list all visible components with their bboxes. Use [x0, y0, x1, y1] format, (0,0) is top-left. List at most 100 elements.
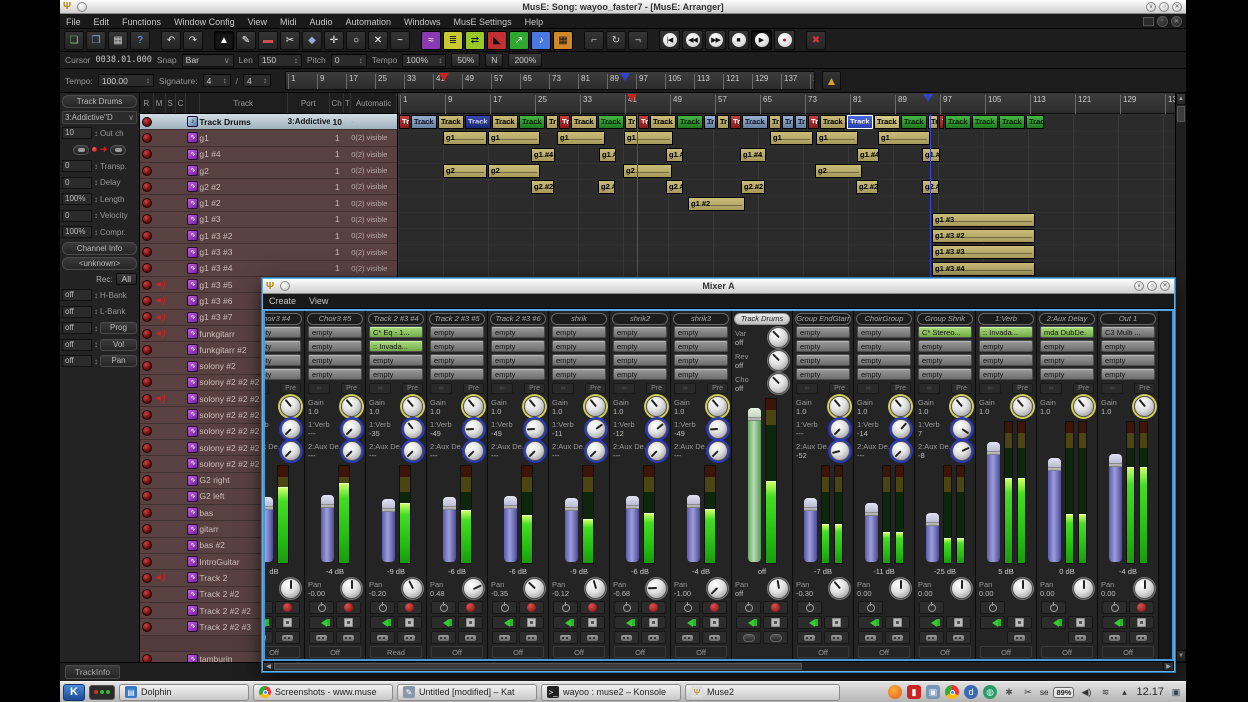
- pan-knob[interactable]: [951, 578, 972, 599]
- drum-part[interactable]: Track: [465, 115, 491, 129]
- power-button[interactable]: [431, 601, 456, 614]
- route-output-button[interactable]: [702, 631, 727, 644]
- effect-slot[interactable]: empty: [430, 340, 484, 352]
- midi-part[interactable]: g1: [816, 131, 858, 145]
- chrome-tray-icon[interactable]: [945, 685, 959, 699]
- record-arm-dot[interactable]: [142, 606, 152, 616]
- menu-midi[interactable]: Midi: [280, 17, 297, 27]
- route-input-button[interactable]: [736, 631, 761, 644]
- stereo-link-button[interactable]: ∞: [1040, 383, 1062, 394]
- solo-button[interactable]: [519, 616, 544, 629]
- menu-muse-settings[interactable]: MusE Settings: [454, 17, 512, 27]
- record-arm-dot[interactable]: [142, 654, 152, 662]
- rewind-button[interactable]: ◀◀: [682, 30, 703, 50]
- spin-arrows-icon[interactable]: ↕: [94, 324, 98, 333]
- solo-button[interactable]: [641, 616, 666, 629]
- solo-button[interactable]: [275, 616, 300, 629]
- effect-slot[interactable]: empty: [796, 340, 850, 352]
- field-value[interactable]: 0: [62, 210, 92, 222]
- midi-part[interactable]: g1 #4: [740, 148, 766, 162]
- close-button[interactable]: ✕: [1172, 2, 1182, 12]
- scroll-thumb[interactable]: [1177, 106, 1185, 122]
- automation-mode-select[interactable]: Off: [919, 646, 971, 658]
- record-arm-dot[interactable]: [142, 247, 152, 257]
- effect-slot[interactable]: empty: [796, 368, 850, 380]
- field-value[interactable]: off: [62, 289, 92, 301]
- send2-knob[interactable]: [403, 441, 423, 461]
- mixer-menu-create[interactable]: Create: [269, 296, 296, 306]
- stereo-link-button[interactable]: ∞: [491, 383, 513, 394]
- monitor-button[interactable]: [797, 616, 822, 629]
- mixer-menu-view[interactable]: View: [309, 296, 328, 306]
- spin-arrows-icon[interactable]: ↕: [94, 178, 98, 187]
- audio-tray-icon[interactable]: d: [964, 685, 978, 699]
- track-row[interactable]: ∿g2 #210(2) visible: [140, 179, 397, 195]
- gain-knob[interactable]: [463, 396, 484, 417]
- volume-fader[interactable]: [382, 465, 395, 564]
- midi-part[interactable]: g1 #3: [932, 213, 1035, 227]
- stereo-link-button[interactable]: ∞: [857, 383, 879, 394]
- drum-part[interactable]: Track: [874, 115, 900, 129]
- record-arm-dot[interactable]: [142, 508, 152, 518]
- solo-button[interactable]: [885, 616, 910, 629]
- pan-knob[interactable]: [829, 578, 850, 599]
- zoom-normal-button[interactable]: N: [485, 53, 503, 67]
- wave-editor-icon[interactable]: ↗: [509, 31, 529, 50]
- pianoroll-icon[interactable]: ▦: [553, 31, 573, 50]
- scissors-tray-icon[interactable]: ✂: [1021, 685, 1035, 699]
- effect-slot[interactable]: C3 Multi ...: [1101, 326, 1155, 338]
- effect-slot[interactable]: empty: [552, 368, 606, 380]
- midi-part[interactable]: g1 #4: [857, 148, 879, 162]
- mdi-box-icon[interactable]: [1143, 17, 1154, 26]
- field-value[interactable]: off: [62, 322, 92, 334]
- output-route-icon[interactable]: [110, 145, 126, 155]
- midi-part[interactable]: g1: [557, 131, 605, 145]
- pan-knob[interactable]: [1073, 578, 1094, 599]
- strip-name[interactable]: shrik: [551, 313, 607, 325]
- effect-slot[interactable]: empty: [308, 354, 362, 366]
- track-row[interactable]: ∿g1 #3 #210(2) visible: [140, 228, 397, 244]
- zoom-tool-icon[interactable]: ○: [346, 31, 366, 50]
- sig-den-spinbox[interactable]: 4↕: [243, 74, 271, 87]
- automation-mode-select[interactable]: Off: [614, 646, 666, 658]
- drum-part[interactable]: Track: [492, 115, 518, 129]
- midi-part[interactable]: g2: [815, 164, 862, 178]
- mdi-restore-button[interactable]: ◦: [1157, 16, 1168, 27]
- minimize-button[interactable]: ∨: [1146, 2, 1156, 12]
- automation-mode-select[interactable]: Off: [980, 646, 1032, 658]
- solo-button[interactable]: [1007, 616, 1032, 629]
- record-arm-dot[interactable]: [142, 280, 152, 290]
- spin-arrows-icon[interactable]: ↕: [94, 195, 98, 204]
- record-arm-button[interactable]: [458, 601, 483, 614]
- trackinfo-title-button[interactable]: Track Drums: [62, 95, 137, 108]
- effect-slot[interactable]: empty: [674, 368, 728, 380]
- caret-up-icon[interactable]: ▴: [1117, 685, 1131, 699]
- mixer-hscrollbar[interactable]: ◀ ▶: [263, 661, 1174, 671]
- route-output-button[interactable]: [1007, 631, 1032, 644]
- route-input-button[interactable]: [675, 631, 700, 644]
- open-file-icon[interactable]: ❒: [86, 31, 106, 50]
- power-button[interactable]: [553, 601, 578, 614]
- drum-part[interactable]: Tr: [546, 115, 558, 129]
- stereo-link-button[interactable]: ∞: [918, 383, 940, 394]
- power-button[interactable]: [309, 601, 334, 614]
- drum-part[interactable]: Track: [519, 115, 545, 129]
- record-arm-dot[interactable]: [142, 198, 152, 208]
- drum-part[interactable]: Tr: [769, 115, 781, 129]
- save-file-icon[interactable]: ▦: [108, 31, 128, 50]
- solo-button[interactable]: [580, 616, 605, 629]
- volume-fader[interactable]: [1109, 421, 1122, 564]
- midi-part[interactable]: g2 #: [598, 180, 615, 194]
- spin-arrows-icon[interactable]: ↕: [94, 291, 98, 300]
- send2-knob[interactable]: [281, 441, 301, 461]
- send1-knob[interactable]: [647, 419, 667, 439]
- power-button[interactable]: [858, 601, 883, 614]
- effect-slot[interactable]: empty: [1101, 340, 1155, 352]
- monitor-button[interactable]: [309, 616, 334, 629]
- send2-knob[interactable]: [586, 441, 606, 461]
- drum-part[interactable]: Tr: [808, 115, 819, 129]
- route-input-button[interactable]: [1102, 631, 1127, 644]
- track-row[interactable]: ∿g210(2) visible: [140, 163, 397, 179]
- solo-button[interactable]: [458, 616, 483, 629]
- stereo-link-button[interactable]: ∞: [1101, 383, 1123, 394]
